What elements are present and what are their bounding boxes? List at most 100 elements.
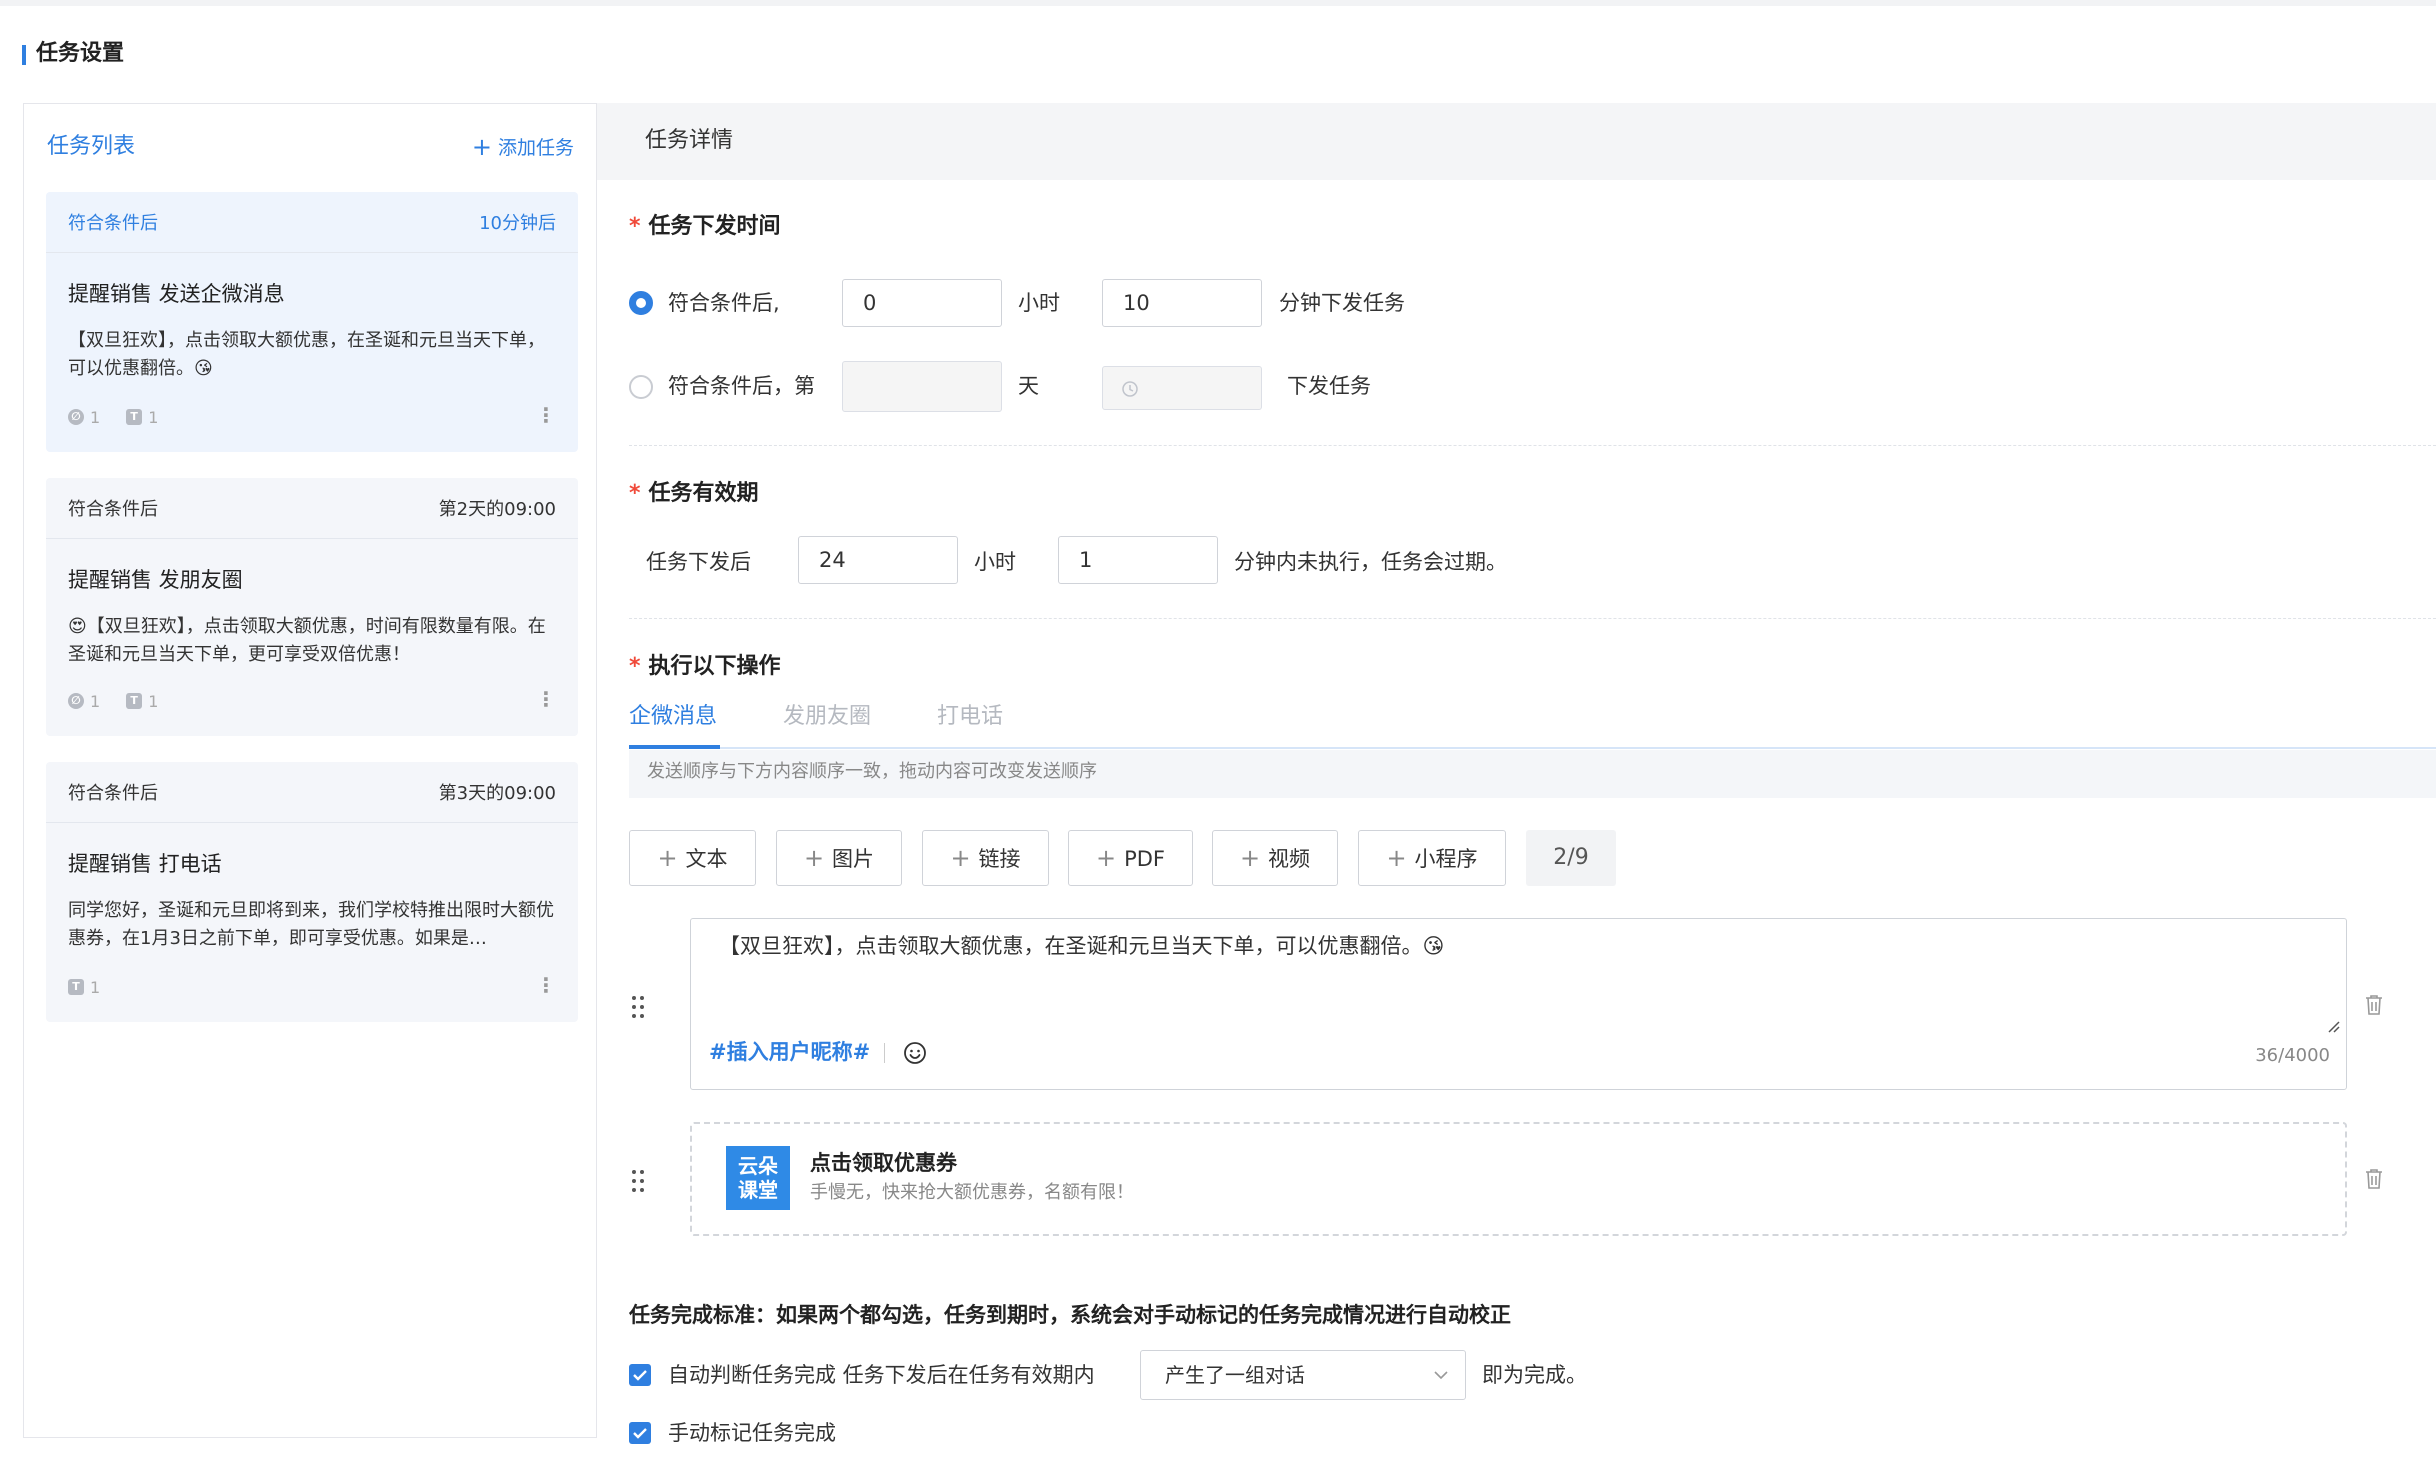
active-tab-underline [629, 745, 720, 749]
task-list-title: 任务列表 [47, 134, 136, 159]
top-band [0, 0, 2436, 6]
auto-complete-select[interactable]: 产生了一组对话 [1140, 1350, 1466, 1400]
card-title: 提醒销售 发朋友圈 [68, 568, 243, 592]
task-card[interactable]: 符合条件后 第2天的09:00 提醒销售 发朋友圈 😍【双旦狂欢】，点击领取大额… [46, 478, 578, 736]
task-detail-title: 任务详情 [645, 128, 734, 153]
more-icon[interactable]: ⋮ [536, 689, 556, 709]
dispatch-option-2-radio[interactable] [629, 375, 653, 399]
actions-section-title: * 执行以下操作 [629, 652, 781, 682]
tab-moments[interactable]: 发朋友圈 [783, 697, 871, 737]
validity-hours-input[interactable]: 24 [798, 536, 958, 584]
plus-icon: + [1386, 844, 1407, 872]
more-icon[interactable]: ⋮ [536, 405, 556, 425]
add-video-label: 视频 [1268, 847, 1311, 871]
add-link-label: 链接 [978, 847, 1021, 871]
message-textarea[interactable]: 【双旦狂欢】，点击领取大额优惠，在圣诞和元旦当天下单，可以优惠翻倍。😘 #插入用… [690, 918, 2347, 1090]
emoji-icon[interactable] [903, 1041, 927, 1065]
auto-complete-select-value: 产生了一组对话 [1165, 1363, 1305, 1387]
plus-icon: + [657, 844, 678, 872]
validity-suffix: 分钟内未执行，任务会过期。 [1234, 550, 1507, 574]
text-count: 1 [148, 691, 159, 711]
char-count: 36/4000 [2255, 1045, 2330, 1066]
link-icon: ∅ [68, 409, 84, 425]
text-count: 1 [90, 977, 101, 997]
tab-wecom-message[interactable]: 企微消息 [629, 697, 717, 737]
divider [629, 618, 2436, 619]
manual-complete-label: 手动标记任务完成 [668, 1421, 836, 1445]
task-card[interactable]: 符合条件后 10分钟后 提醒销售 发送企微消息 【双旦狂欢】，点击领取大额优惠，… [46, 192, 578, 452]
dispatch-hours-input[interactable]: 0 [842, 279, 1002, 327]
card-footer: ∅ 1 T1 ⋮ [68, 405, 556, 428]
insert-nickname-button[interactable]: #插入用户昵称# [709, 1037, 870, 1067]
add-image-button[interactable]: + 图片 [776, 830, 902, 886]
required-mark: * [629, 654, 641, 679]
validity-prefix: 任务下发后 [646, 550, 751, 574]
delete-message-icon[interactable] [2364, 993, 2384, 1017]
day-unit: 天 [1018, 374, 1039, 398]
more-icon[interactable]: ⋮ [536, 975, 556, 995]
dispatch-section-title: * 任务下发时间 [629, 212, 781, 242]
brand-logo: 云朵 课堂 [726, 1146, 790, 1210]
add-text-button[interactable]: + 文本 [629, 830, 756, 886]
drag-handle-icon[interactable] [632, 1170, 648, 1194]
dispatch-time-picker[interactable] [1102, 366, 1262, 410]
card-footer: T1 ⋮ [68, 975, 556, 998]
required-mark: * [629, 214, 641, 239]
validity-minutes-input[interactable]: 1 [1058, 536, 1218, 584]
task-card[interactable]: 符合条件后 第3天的09:00 提醒销售 打电话 同学您好，圣诞和元旦即将到来，… [46, 762, 578, 1022]
page-title: 任务设置 [22, 38, 124, 70]
check-icon [633, 1428, 647, 1439]
link-desc: 手慢无，快来抢大额优惠券，名额有限！ [810, 1182, 1134, 1203]
actions-title: 执行以下操作 [648, 654, 781, 679]
plus-icon: + [1095, 844, 1117, 872]
card-timing: 第3天的09:00 [438, 783, 556, 804]
dispatch-option-1-label: 符合条件后, [668, 291, 780, 315]
resize-handle-icon[interactable] [2326, 1019, 2340, 1033]
add-pdf-label: PDF [1124, 847, 1166, 871]
dispatch-day-input[interactable] [842, 361, 1002, 412]
card-footer: ∅ 1 T1 ⋮ [68, 689, 556, 712]
required-mark: * [629, 481, 641, 506]
drag-handle-icon[interactable] [632, 996, 648, 1020]
link-icon: ∅ [68, 693, 84, 709]
text-icon: T [68, 979, 84, 995]
manual-complete-checkbox[interactable] [629, 1422, 651, 1444]
auto-complete-suffix: 即为完成。 [1482, 1363, 1587, 1387]
message-text: 【双旦狂欢】，点击领取大额优惠，在圣诞和元旦当天下单，可以优惠翻倍。😘 [719, 934, 1445, 958]
dispatch-option-1-suffix: 分钟下发任务 [1279, 291, 1405, 315]
dispatch-minutes-input[interactable]: 10 [1102, 279, 1262, 327]
dispatch-option-1-radio[interactable] [629, 291, 653, 315]
card-head: 符合条件后 第3天的09:00 [46, 762, 578, 823]
add-task-button[interactable]: + 添加任务 [472, 132, 574, 163]
add-pdf-button[interactable]: + PDF [1068, 830, 1193, 886]
task-list-panel: 任务列表 + 添加任务 符合条件后 10分钟后 提醒销售 发送企微消息 【双旦狂欢… [23, 103, 597, 1438]
tab-phone-call[interactable]: 打电话 [937, 697, 1003, 737]
check-icon [633, 1370, 647, 1381]
content-count: 2/9 [1526, 830, 1616, 886]
text-count: 1 [148, 407, 159, 427]
add-video-button[interactable]: + 视频 [1212, 830, 1338, 886]
completion-title: 任务完成标准：如果两个都勾选，任务到期时，系统会对手动标记的任务完成情况进行自动… [629, 1303, 1511, 1327]
order-hint: 发送顺序与下方内容顺序一致，拖动内容可改变发送顺序 [629, 750, 2436, 798]
text-icon: T [126, 409, 143, 425]
add-link-button[interactable]: + 链接 [922, 830, 1049, 886]
plus-icon: + [471, 133, 492, 161]
separator [884, 1043, 885, 1063]
validity-title: 任务有效期 [648, 481, 759, 506]
link-card[interactable]: 云朵 课堂 点击领取优惠券 手慢无，快来抢大额优惠券，名额有限！ [690, 1122, 2347, 1236]
card-title: 提醒销售 发送企微消息 [68, 282, 285, 306]
chevron-down-icon [1434, 1371, 1448, 1380]
text-icon: T [126, 693, 143, 709]
delete-link-icon[interactable] [2364, 1167, 2384, 1191]
card-desc: 【双旦狂欢】，点击领取大额优惠，在圣诞和元旦当天下单，可以优惠翻倍。😘 [68, 330, 545, 379]
divider [629, 445, 2436, 446]
link-count: 1 [90, 691, 101, 711]
clock-icon [1122, 381, 1138, 397]
dispatch-option-2-label: 符合条件后，第 [668, 374, 815, 398]
task-detail-header: 任务详情 [597, 103, 2436, 180]
auto-complete-checkbox[interactable] [629, 1364, 651, 1386]
plus-icon: + [803, 844, 825, 872]
card-desc: 同学您好，圣诞和元旦即将到来，我们学校特推出限时大额优惠券，在1月3日之前下单，… [68, 900, 554, 949]
card-condition: 符合条件后 [68, 499, 158, 520]
add-miniprogram-button[interactable]: + 小程序 [1358, 830, 1506, 886]
